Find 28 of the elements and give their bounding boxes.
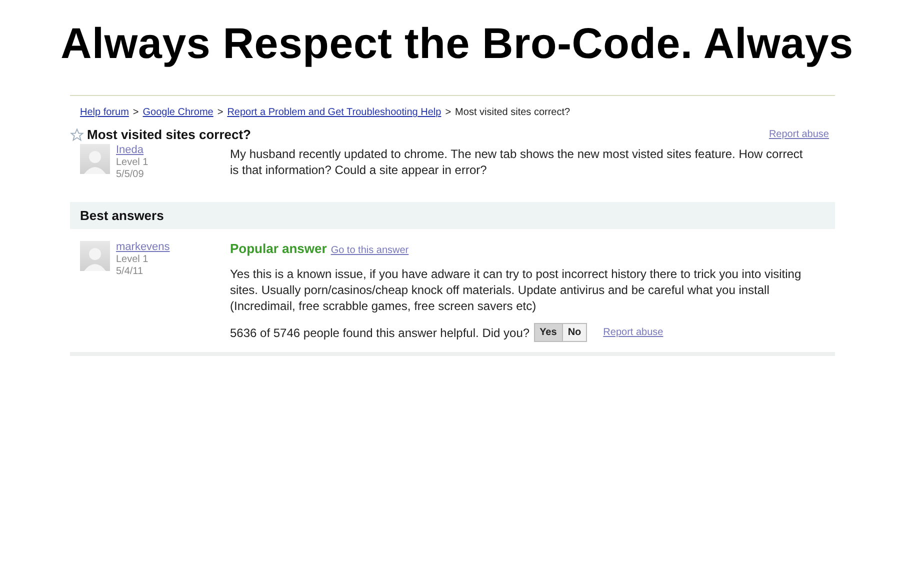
question-body: My husband recently updated to chrome. The new tab shows the new most visted sites feature. How correct is that information? Could a site appear in error? [230,146,804,179]
post-date: 5/5/09 [116,169,145,180]
breadcrumb-link[interactable]: Google Chrome [142,107,214,118]
vote-button[interactable]: No [562,324,586,341]
breadcrumb-current: Most visited sites correct? [455,107,570,118]
breadcrumb-separator: > [132,107,139,118]
avatar-icon [80,241,110,271]
answer-label: Popular answer [230,241,327,256]
avatar-icon [80,144,110,174]
headline: Always Respect the Bro-Code. Always [60,20,854,69]
go-to-answer-link[interactable]: Go to this answer [330,245,409,256]
author-link[interactable]: Ineda [116,144,148,156]
answer-body: Yes this is a known issue, if you have adware it can try to post incorrect history there to trick you into visiting sites. Usually porn/casinos/cheap knock off materials. Update antivirus and be careful what you install (Incredimail, free scrabble games, free screen savers etc) [230,266,802,314]
breadcrumb-link[interactable]: Report a Problem and Get Troubleshooting Help [227,107,442,118]
breadcrumb-link[interactable]: Help forum [80,107,129,118]
author-level: Level 1 [116,254,150,265]
author-link[interactable]: markevens [116,241,170,253]
helpful-count: 5636 of 5746 people found this answer helpful. Did you? [230,324,530,340]
report-abuse-link[interactable]: Report abuse [603,324,664,340]
post-date: 5/4/11 [116,266,144,277]
question-title: Most visited sites correct? [87,127,251,142]
breadcrumb-separator: > [445,107,452,118]
breadcrumb-separator: > [217,107,224,118]
star-icon[interactable] [70,128,84,142]
author-level: Level 1 [116,157,148,168]
vote-button[interactable]: Yes [534,324,563,341]
section-heading: Best answers [70,202,835,229]
report-abuse-link[interactable]: Report abuse [768,129,829,140]
